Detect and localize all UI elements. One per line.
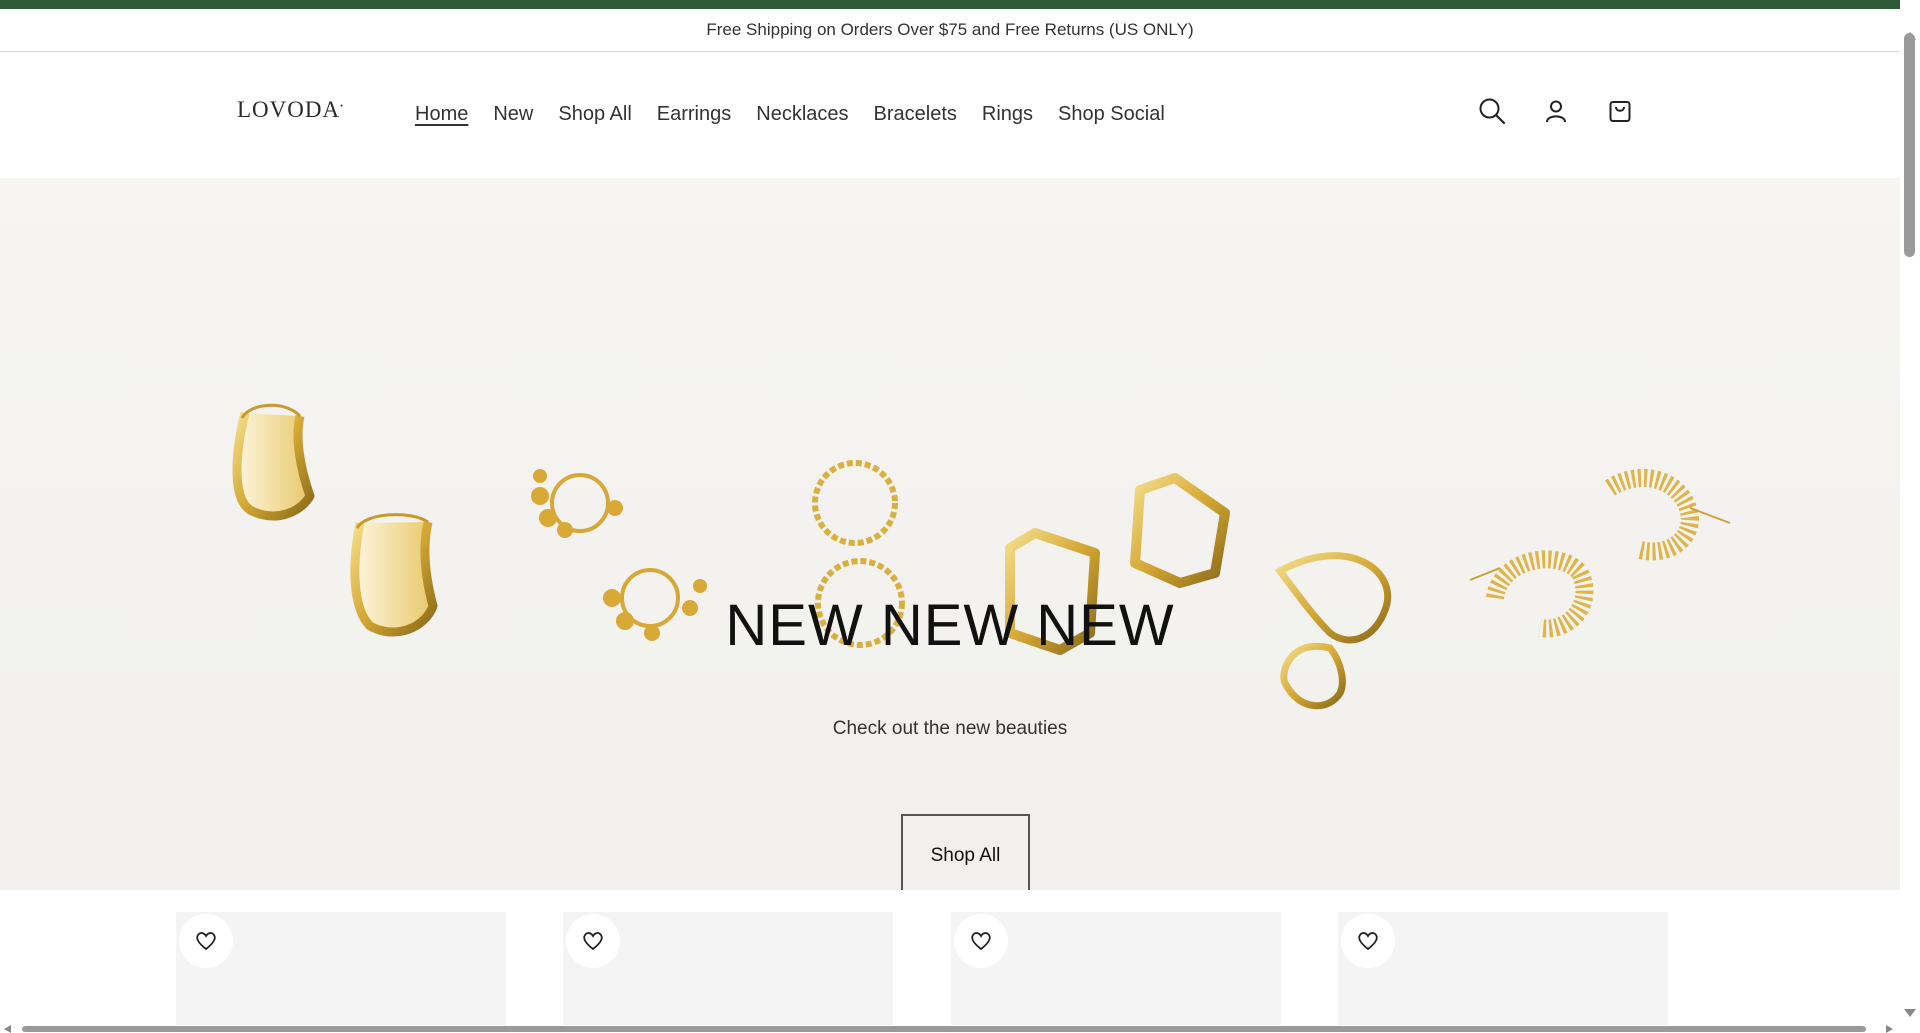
nav-item-home[interactable]: Home <box>415 103 468 126</box>
wishlist-button[interactable] <box>566 914 620 968</box>
hero-banner: NEW NEW NEW Check out the new beauties S… <box>0 178 1900 890</box>
hero-earrings-image <box>232 403 1731 710</box>
wishlist-button[interactable] <box>954 914 1008 968</box>
horizontal-scrollbar[interactable] <box>0 1025 1900 1033</box>
logo-text: LOVODA <box>237 97 341 122</box>
nav-item-new[interactable]: New <box>493 103 533 126</box>
hero-subtitle: Check out the new beauties <box>832 718 1068 739</box>
product-grid <box>0 890 1900 1025</box>
top-accent-stripe <box>0 0 1920 9</box>
heart-icon <box>196 932 216 951</box>
vertical-scrollbar-thumb[interactable] <box>1904 33 1915 257</box>
nav-item-earrings[interactable]: Earrings <box>657 103 731 126</box>
nav-item-shop-social[interactable]: Shop Social <box>1058 103 1165 126</box>
brand-logo[interactable]: LOVODA• <box>237 97 344 123</box>
search-icon[interactable] <box>1478 97 1506 125</box>
hero-title: NEW NEW NEW <box>725 593 1175 658</box>
scroll-down-arrow-icon[interactable] <box>1904 1009 1916 1017</box>
product-card[interactable] <box>176 912 506 1025</box>
scroll-right-arrow-icon[interactable] <box>1886 1025 1893 1033</box>
cart-icon[interactable] <box>1606 97 1634 125</box>
announcement-bar: Free Shipping on Orders Over $75 and Fre… <box>0 9 1900 52</box>
scroll-left-arrow-icon[interactable] <box>4 1025 11 1033</box>
wishlist-button[interactable] <box>1341 914 1395 968</box>
product-card[interactable] <box>1338 912 1668 1025</box>
wishlist-button[interactable] <box>179 914 233 968</box>
nav-item-bracelets[interactable]: Bracelets <box>874 103 957 126</box>
nav-item-shop-all[interactable]: Shop All <box>558 103 631 126</box>
heart-icon <box>971 932 991 951</box>
product-card[interactable] <box>563 912 893 1025</box>
shop-all-button[interactable]: Shop All <box>901 814 1030 890</box>
heart-icon <box>583 932 603 951</box>
site-header: LOVODA• Home New Shop All Earrings Neckl… <box>0 53 1900 178</box>
vertical-scrollbar[interactable] <box>1900 0 1920 1033</box>
header-icons <box>1478 97 1634 125</box>
account-icon[interactable] <box>1542 97 1570 125</box>
logo-mark: • <box>340 101 344 111</box>
announcement-text: Free Shipping on Orders Over $75 and Fre… <box>706 20 1194 39</box>
product-card[interactable] <box>951 912 1281 1025</box>
nav-item-necklaces[interactable]: Necklaces <box>756 103 848 126</box>
nav-item-rings[interactable]: Rings <box>982 103 1033 126</box>
heart-icon <box>1358 932 1378 951</box>
horizontal-scrollbar-thumb[interactable] <box>22 1026 1866 1032</box>
main-nav: Home New Shop All Earrings Necklaces Bra… <box>415 103 1165 126</box>
